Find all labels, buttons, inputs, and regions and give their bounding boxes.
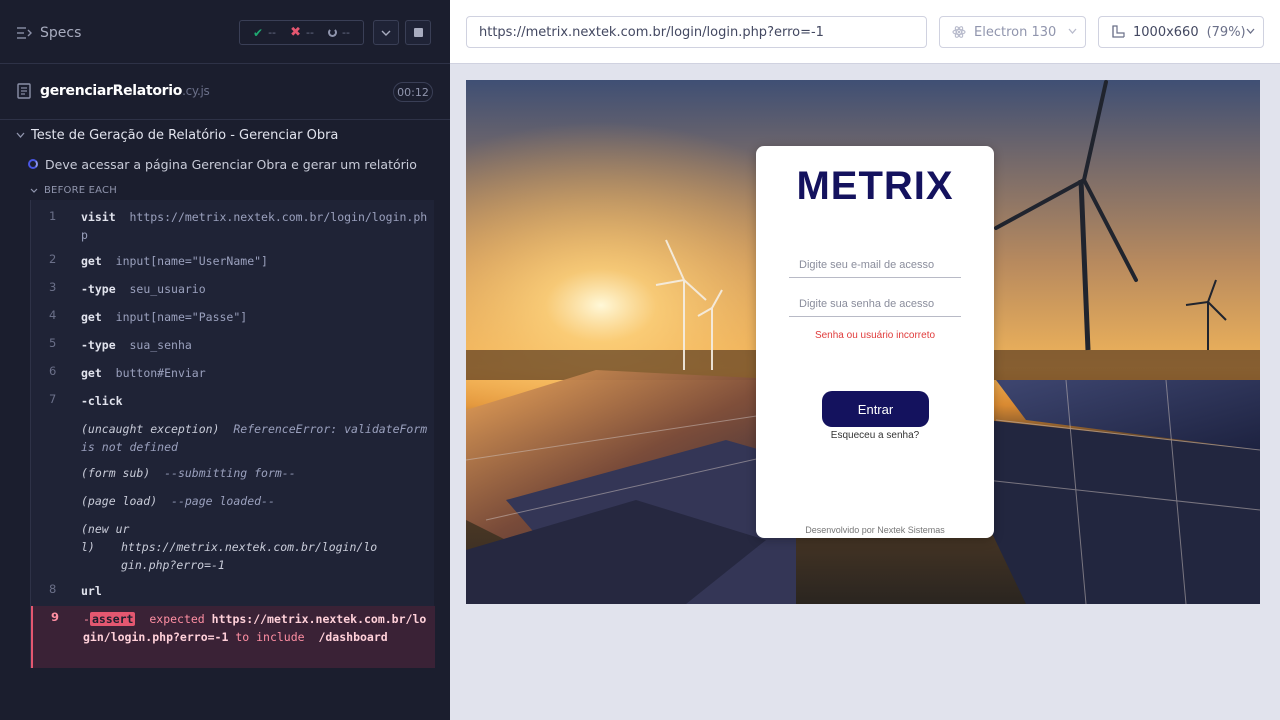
command-arg: seu_usuario bbox=[129, 282, 206, 296]
command-list: 1 visit https://metrix.nextek.com.br/log… bbox=[30, 200, 435, 668]
chevron-down-icon bbox=[16, 132, 25, 138]
viewport-zoom: (79%) bbox=[1206, 24, 1246, 40]
pending-stat: -- bbox=[327, 26, 350, 39]
chevron-down-icon bbox=[381, 30, 391, 36]
event-name: (page load) bbox=[81, 494, 158, 508]
reporter-header: Specs ✔ -- ✖ -- -- bbox=[0, 0, 450, 64]
command-row[interactable]: 4 get input[name="Passe"] bbox=[31, 308, 435, 328]
event-row[interactable]: (page load) --page loaded-- bbox=[31, 492, 435, 512]
spec-file-name[interactable]: gerenciarRelatorio.cy.js bbox=[40, 83, 210, 99]
chevron-down-icon bbox=[30, 188, 38, 193]
command-name: -click bbox=[81, 394, 123, 408]
browser-selector[interactable]: Electron 130 bbox=[939, 16, 1086, 48]
ruler-icon bbox=[1112, 25, 1125, 38]
viewport-size: 1000x660 bbox=[1133, 24, 1199, 40]
aut-iframe: METRIX Senha ou usuário incorreto Entrar… bbox=[466, 80, 1260, 604]
chevron-down-icon bbox=[1246, 28, 1255, 34]
command-log-panel: Specs ✔ -- ✖ -- -- gerenciarRelatorio.cy.j… bbox=[0, 0, 450, 720]
command-name: get bbox=[81, 254, 102, 268]
command-name: visit bbox=[81, 210, 116, 224]
event-row[interactable]: (new url) https://metrix.nextek.com.br/l… bbox=[31, 520, 435, 574]
command-row[interactable]: 5 -type sua_senha bbox=[31, 336, 435, 356]
command-name: -type bbox=[81, 282, 116, 296]
assert-badge: assert bbox=[89, 612, 136, 626]
command-name: get bbox=[81, 310, 102, 324]
specs-list-icon bbox=[16, 26, 32, 40]
specs-label: Specs bbox=[40, 25, 82, 41]
check-icon: ✔ bbox=[253, 25, 264, 40]
command-row[interactable]: 8 url bbox=[31, 582, 435, 602]
test-title[interactable]: Deve acessar a página Gerenciar Obra e g… bbox=[28, 155, 417, 173]
suite-title[interactable]: Teste de Geração de Relatório - Gerencia… bbox=[16, 125, 338, 145]
passed-stat: ✔ -- bbox=[253, 25, 277, 40]
pending-icon bbox=[327, 28, 337, 37]
metrix-logo: METRIX bbox=[796, 164, 954, 208]
command-name: url bbox=[81, 584, 102, 598]
electron-icon bbox=[952, 26, 966, 38]
login-footer: Desenvolvido por Nextek Sistemas bbox=[805, 525, 945, 535]
event-message: --submitting form-- bbox=[164, 466, 296, 480]
login-submit-button[interactable]: Entrar bbox=[822, 391, 929, 427]
event-name: (form sub) bbox=[81, 466, 151, 480]
login-card: METRIX Senha ou usuário incorreto Entrar… bbox=[756, 146, 994, 538]
running-spinner-icon bbox=[28, 159, 38, 169]
event-row[interactable]: (uncaught exception) ReferenceError: val… bbox=[31, 420, 435, 456]
chevron-down-icon bbox=[1068, 28, 1077, 34]
failed-stat: ✖ -- bbox=[290, 25, 314, 40]
command-arg: button#Enviar bbox=[115, 366, 206, 380]
command-arg: sua_senha bbox=[129, 338, 192, 352]
command-name: get bbox=[81, 366, 102, 380]
aut-panel: https://metrix.nextek.com.br/login/login… bbox=[450, 0, 1280, 720]
aut-header: https://metrix.nextek.com.br/login/login… bbox=[450, 0, 1280, 64]
assert-expected: /dashboard bbox=[318, 630, 388, 644]
command-arg: https://metrix.nextek.com.br/login/login… bbox=[81, 210, 428, 242]
stop-icon bbox=[413, 28, 423, 37]
login-error-message: Senha ou usuário incorreto bbox=[814, 330, 936, 341]
command-row[interactable]: 7 -click bbox=[31, 392, 435, 412]
command-row[interactable]: 1 visit https://metrix.nextek.com.br/log… bbox=[31, 208, 435, 244]
spec-file-ext: .cy.js bbox=[182, 84, 210, 98]
event-message: https://metrix.nextek.com.br/login/login… bbox=[121, 540, 378, 572]
command-row[interactable]: 2 get input[name="UserName"] bbox=[31, 252, 435, 272]
collapse-button[interactable] bbox=[373, 20, 399, 45]
failed-assert-row[interactable]: 9 - assert expected https://metrix.nextek… bbox=[31, 606, 435, 668]
x-icon: ✖ bbox=[290, 25, 301, 40]
aut-url-bar[interactable]: https://metrix.nextek.com.br/login/login… bbox=[466, 16, 927, 48]
forgot-password-link[interactable]: Esqueceu a senha? bbox=[756, 430, 994, 441]
test-stats: ✔ -- ✖ -- -- bbox=[239, 20, 364, 45]
browser-label: Electron 130 bbox=[974, 24, 1057, 40]
event-name: (uncaught exception) bbox=[81, 422, 220, 436]
specs-toggle[interactable]: Specs bbox=[16, 22, 81, 44]
file-icon bbox=[17, 83, 31, 103]
command-arg: input[name="Passe"] bbox=[115, 310, 248, 324]
viewport-info[interactable]: 1000x660 (79%) bbox=[1098, 16, 1264, 48]
command-row[interactable]: 3 -type seu_usuario bbox=[31, 280, 435, 300]
duration-badge: 00:12 bbox=[393, 82, 433, 102]
email-field[interactable] bbox=[789, 252, 961, 278]
stop-button[interactable] bbox=[405, 20, 431, 45]
event-message: --page loaded-- bbox=[171, 494, 275, 508]
command-arg: input[name="UserName"] bbox=[115, 254, 268, 268]
command-name: -type bbox=[81, 338, 116, 352]
event-row[interactable]: (form sub) --submitting form-- bbox=[31, 464, 435, 484]
hook-title[interactable]: BEFORE EACH bbox=[30, 182, 117, 198]
password-field[interactable] bbox=[789, 291, 961, 317]
command-row[interactable]: 6 get button#Enviar bbox=[31, 364, 435, 384]
